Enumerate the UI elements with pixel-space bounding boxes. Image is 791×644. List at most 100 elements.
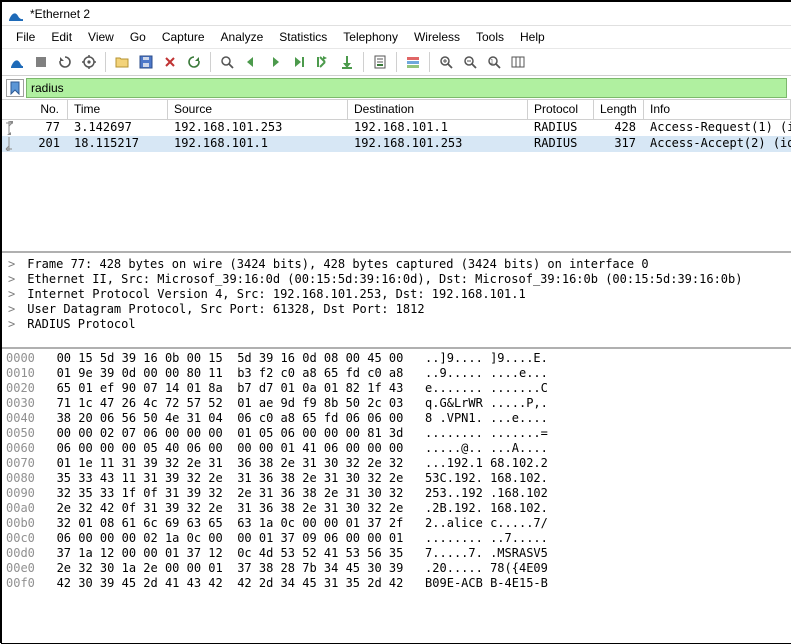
hex-bytes: 71 1c 47 26 4c 72 57 52 01 ae 9d f9 8b 5…: [35, 396, 425, 410]
details-text: Internet Protocol Version 4, Src: 192.16…: [20, 287, 526, 301]
save-file-icon[interactable]: [135, 51, 157, 73]
hex-line[interactable]: 0000 00 15 5d 39 16 0b 00 15 5d 39 16 0d…: [6, 351, 787, 366]
menu-help[interactable]: Help: [512, 28, 553, 46]
cell: 192.168.101.253: [168, 120, 348, 136]
column-header-destination[interactable]: Destination: [348, 100, 528, 119]
shark-fin-icon[interactable]: [6, 51, 28, 73]
filter-bookmark-icon[interactable]: [6, 79, 24, 97]
hex-ascii: .20..... 78({4E09: [425, 561, 548, 575]
menu-analyze[interactable]: Analyze: [213, 28, 272, 46]
hex-ascii: ........ .......=: [425, 426, 548, 440]
details-text: Ethernet II, Src: Microsof_39:16:0d (00:…: [20, 272, 742, 286]
reload-icon[interactable]: [183, 51, 205, 73]
auto-scroll-icon[interactable]: [369, 51, 391, 73]
expand-icon[interactable]: >: [8, 317, 20, 332]
hex-line[interactable]: 00b0 32 01 08 61 6c 69 63 65 63 1a 0c 00…: [6, 516, 787, 531]
packet-list-header: No. Time Source Destination Protocol Len…: [2, 100, 791, 120]
hex-line[interactable]: 0080 35 33 43 11 31 39 32 2e 31 36 38 2e…: [6, 471, 787, 486]
details-text: Frame 77: 428 bytes on wire (3424 bits),…: [20, 257, 649, 271]
menu-capture[interactable]: Capture: [154, 28, 213, 46]
hex-bytes: 32 01 08 61 6c 69 63 65 63 1a 0c 00 00 0…: [35, 516, 425, 530]
menu-wireless[interactable]: Wireless: [406, 28, 468, 46]
zoom-reset-icon[interactable]: 1: [483, 51, 505, 73]
packet-details-pane[interactable]: > Frame 77: 428 bytes on wire (3424 bits…: [2, 253, 791, 349]
go-back-icon[interactable]: [240, 51, 262, 73]
expand-icon[interactable]: >: [8, 287, 20, 302]
menu-tools[interactable]: Tools: [468, 28, 512, 46]
hex-line[interactable]: 0050 00 00 02 07 06 00 00 00 01 05 06 00…: [6, 426, 787, 441]
hex-bytes: 37 1a 12 00 00 01 37 12 0c 4d 53 52 41 5…: [35, 546, 425, 560]
hex-line[interactable]: 0040 38 20 06 56 50 4e 31 04 06 c0 a8 65…: [6, 411, 787, 426]
toolbar-separator: [105, 52, 106, 72]
find-icon[interactable]: [216, 51, 238, 73]
app-icon: [8, 6, 24, 22]
hex-bytes: 06 00 00 00 05 40 06 00 00 00 01 41 06 0…: [35, 441, 425, 455]
go-last-icon[interactable]: [336, 51, 358, 73]
cell: Access-Request(1) (id=10, l=386): [644, 120, 791, 136]
hex-bytes: 06 00 00 00 02 1a 0c 00 00 01 37 09 06 0…: [35, 531, 425, 545]
hex-line[interactable]: 0020 65 01 ef 90 07 14 01 8a b7 d7 01 0a…: [6, 381, 787, 396]
options-icon[interactable]: [78, 51, 100, 73]
hex-line[interactable]: 00c0 06 00 00 00 02 1a 0c 00 00 01 37 09…: [6, 531, 787, 546]
menu-telephony[interactable]: Telephony: [335, 28, 406, 46]
expand-icon[interactable]: >: [8, 257, 20, 272]
column-header-length[interactable]: Length: [594, 100, 644, 119]
hex-line[interactable]: 00e0 2e 32 30 1a 2e 00 00 01 37 38 28 7b…: [6, 561, 787, 576]
cell: 18.115217: [68, 136, 168, 152]
details-line[interactable]: > Ethernet II, Src: Microsof_39:16:0d (0…: [8, 272, 785, 287]
hex-line[interactable]: 0060 06 00 00 00 05 40 06 00 00 00 01 41…: [6, 441, 787, 456]
display-filter-input[interactable]: [26, 78, 787, 98]
zoom-in-icon[interactable]: [435, 51, 457, 73]
hex-offset: 0080: [6, 471, 35, 485]
hex-line[interactable]: 00d0 37 1a 12 00 00 01 37 12 0c 4d 53 52…: [6, 546, 787, 561]
hex-line[interactable]: 0030 71 1c 47 26 4c 72 57 52 01 ae 9d f9…: [6, 396, 787, 411]
details-text: User Datagram Protocol, Src Port: 61328,…: [20, 302, 425, 316]
colorize-icon[interactable]: [402, 51, 424, 73]
hex-ascii: q.G&LrWR .....P,.: [425, 396, 548, 410]
packet-row[interactable]: 773.142697192.168.101.253192.168.101.1RA…: [2, 120, 791, 136]
details-line[interactable]: > User Datagram Protocol, Src Port: 6132…: [8, 302, 785, 317]
column-header-time[interactable]: Time: [68, 100, 168, 119]
go-first-icon[interactable]: [312, 51, 334, 73]
packet-row[interactable]: 20118.115217192.168.101.1192.168.101.253…: [2, 136, 791, 152]
open-file-icon[interactable]: [111, 51, 133, 73]
packet-list-pane: No. Time Source Destination Protocol Len…: [2, 100, 791, 253]
menu-file[interactable]: File: [8, 28, 43, 46]
packet-bytes-pane[interactable]: 0000 00 15 5d 39 16 0b 00 15 5d 39 16 0d…: [2, 349, 791, 643]
hex-bytes: 01 9e 39 0d 00 00 80 11 b3 f2 c0 a8 65 f…: [35, 366, 425, 380]
restart-capture-icon[interactable]: [54, 51, 76, 73]
hex-line[interactable]: 0010 01 9e 39 0d 00 00 80 11 b3 f2 c0 a8…: [6, 366, 787, 381]
column-header-no[interactable]: No.: [2, 100, 68, 119]
resize-columns-icon[interactable]: [507, 51, 529, 73]
hex-line[interactable]: 0070 01 1e 11 31 39 32 2e 31 36 38 2e 31…: [6, 456, 787, 471]
cell: RADIUS: [528, 136, 594, 152]
cell: 192.168.101.1: [348, 120, 528, 136]
cell: 192.168.101.253: [348, 136, 528, 152]
column-header-info[interactable]: Info: [644, 100, 791, 119]
details-line[interactable]: > Internet Protocol Version 4, Src: 192.…: [8, 287, 785, 302]
column-header-protocol[interactable]: Protocol: [528, 100, 594, 119]
zoom-out-icon[interactable]: [459, 51, 481, 73]
expand-icon[interactable]: >: [8, 272, 20, 287]
hex-line[interactable]: 00a0 2e 32 42 0f 31 39 32 2e 31 36 38 2e…: [6, 501, 787, 516]
go-forward-icon[interactable]: [264, 51, 286, 73]
go-to-packet-icon[interactable]: [288, 51, 310, 73]
hex-ascii: e....... .......C: [425, 381, 548, 395]
hex-offset: 0040: [6, 411, 35, 425]
details-line[interactable]: > Frame 77: 428 bytes on wire (3424 bits…: [8, 257, 785, 272]
close-file-icon[interactable]: [159, 51, 181, 73]
menu-go[interactable]: Go: [122, 28, 154, 46]
details-line[interactable]: > RADIUS Protocol: [8, 317, 785, 332]
hex-line[interactable]: 00f0 42 30 39 45 2d 41 43 42 42 2d 34 45…: [6, 576, 787, 591]
stop-capture-icon[interactable]: [30, 51, 52, 73]
toolbar-separator: [210, 52, 211, 72]
title-bar: *Ethernet 2: [2, 2, 791, 26]
packet-list-body[interactable]: 773.142697192.168.101.253192.168.101.1RA…: [2, 120, 791, 251]
hex-line[interactable]: 0090 32 35 33 1f 0f 31 39 32 2e 31 36 38…: [6, 486, 787, 501]
menu-view[interactable]: View: [80, 28, 122, 46]
menu-edit[interactable]: Edit: [43, 28, 80, 46]
column-header-source[interactable]: Source: [168, 100, 348, 119]
window-title: *Ethernet 2: [30, 7, 90, 21]
expand-icon[interactable]: >: [8, 302, 20, 317]
menu-statistics[interactable]: Statistics: [271, 28, 335, 46]
